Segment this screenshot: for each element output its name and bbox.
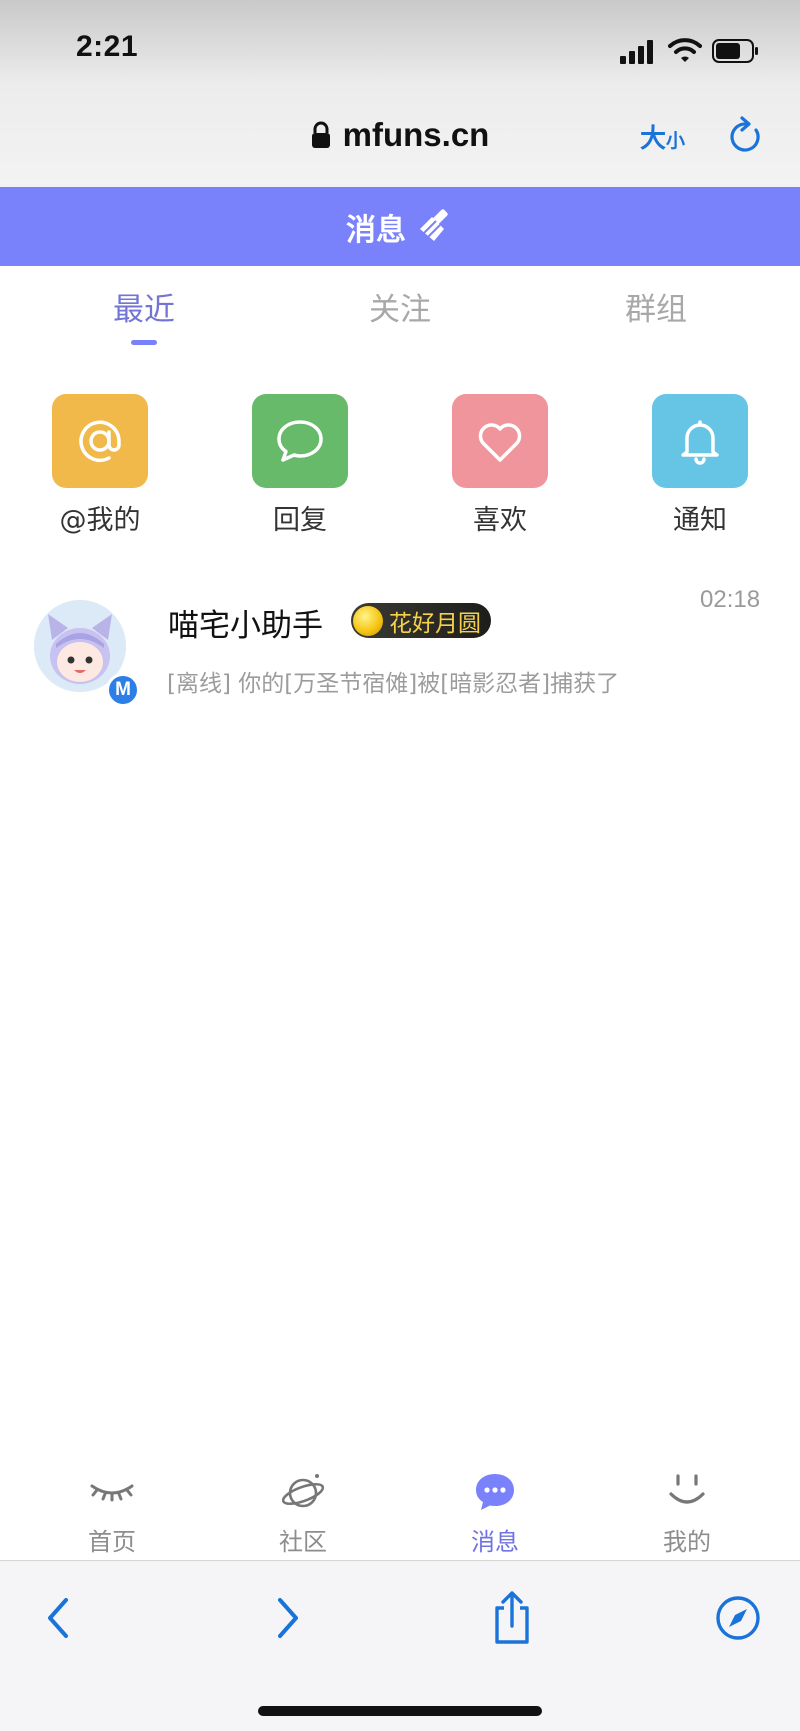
notifications-label: 通知 — [673, 505, 727, 536]
notifications-button[interactable] — [652, 394, 748, 488]
nav-messages[interactable]: 消息 — [440, 1470, 550, 1557]
nav-messages-label: 消息 — [471, 1528, 519, 1556]
wifi-icon — [668, 38, 702, 62]
medal-label: 花好月圆 — [389, 610, 481, 637]
tab-active-indicator — [131, 340, 157, 345]
tab-groups[interactable]: 群组 — [576, 284, 736, 329]
text-size-small: 小 — [666, 130, 686, 152]
battery-icon — [712, 39, 758, 63]
nav-community[interactable]: 社区 — [248, 1470, 358, 1557]
replies-button[interactable] — [252, 394, 348, 488]
reload-icon[interactable] — [726, 116, 764, 156]
nav-home[interactable]: 首页 — [57, 1470, 167, 1557]
bell-icon — [681, 420, 719, 465]
text-size-button[interactable]: 大小 — [640, 118, 685, 155]
text-size-large: 大 — [640, 124, 667, 154]
message-preview: [离线] 你的[万圣节宿傩]被[暗影忍者]捕获了 — [167, 671, 620, 697]
closed-eye-icon — [90, 1484, 134, 1502]
url-text: mfuns.cn — [342, 116, 490, 153]
status-time: 2:21 — [76, 30, 139, 63]
home-indicator[interactable] — [258, 1706, 542, 1716]
smile-icon — [669, 1474, 705, 1504]
heart-icon — [478, 423, 522, 462]
browser-top-bar — [0, 0, 800, 187]
likes-button[interactable] — [452, 394, 548, 488]
clear-broom-icon[interactable] — [414, 207, 454, 247]
nav-community-label: 社区 — [279, 1528, 327, 1556]
sender-name: 喵宅小助手 — [168, 608, 323, 644]
verified-badge: M — [106, 673, 140, 707]
replies-label: 回复 — [273, 505, 327, 536]
chat-bubble-icon — [476, 1474, 514, 1510]
share-icon[interactable] — [482, 1590, 542, 1646]
tab-recent[interactable]: 最近 — [64, 284, 224, 329]
nav-me[interactable]: 我的 — [632, 1470, 742, 1557]
likes-label: 喜欢 — [473, 505, 527, 536]
page-header: 消息 — [0, 187, 800, 266]
lock-icon — [311, 121, 330, 148]
comment-icon — [277, 420, 323, 462]
tab-following[interactable]: 关注 — [320, 284, 480, 329]
forward-icon[interactable] — [258, 1590, 318, 1646]
mentions-button[interactable] — [52, 394, 148, 488]
planet-icon — [281, 1474, 325, 1508]
message-time: 02:18 — [700, 586, 761, 613]
cellular-signal-icon — [620, 40, 653, 64]
at-icon — [79, 420, 121, 462]
nav-me-label: 我的 — [663, 1528, 711, 1556]
medal-badge: 花好月圆 — [351, 603, 491, 638]
gold-coin-icon — [353, 605, 383, 636]
page-title: 消息 — [346, 212, 406, 248]
compass-icon[interactable] — [708, 1590, 768, 1646]
mentions-label: @我的 — [59, 505, 141, 536]
nav-home-label: 首页 — [88, 1528, 136, 1556]
back-icon[interactable] — [30, 1590, 90, 1646]
